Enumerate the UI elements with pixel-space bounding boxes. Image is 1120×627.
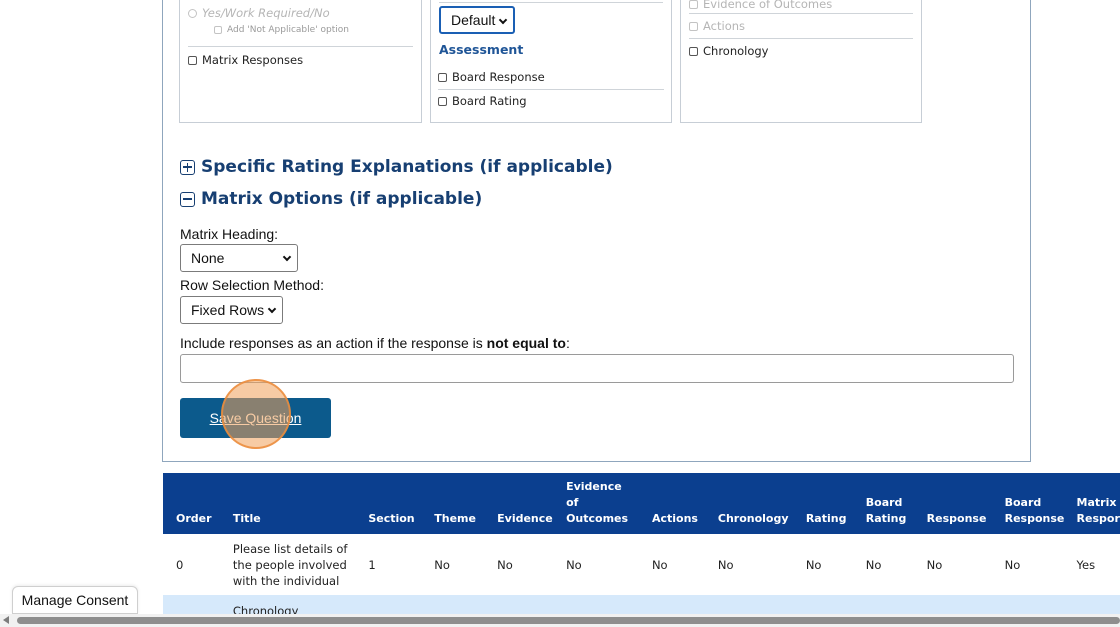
include-responses-input[interactable] — [180, 354, 1014, 383]
radio-icon[interactable] — [188, 8, 197, 18]
matrix-heading-select-value: None — [191, 250, 225, 266]
column-header-theme[interactable]: Theme — [421, 473, 485, 534]
rating-type-select-value: Default — [451, 12, 496, 28]
row-selection-method-label: Row Selection Method: — [180, 277, 324, 293]
evidence-of-outcomes-label: Evidence of Outcomes — [703, 0, 833, 11]
options-column-2: Default — [430, 0, 672, 123]
horizontal-scrollbar[interactable] — [0, 614, 1120, 627]
options-column-1: Yes/Work Required/No Add 'Not Applicable… — [179, 0, 422, 123]
column-header-order[interactable]: Order — [163, 473, 220, 534]
cell-theme: No — [434, 557, 450, 572]
cell-chronology: No — [717, 557, 734, 572]
include-responses-label: Include responses as an action if the re… — [180, 335, 570, 351]
specific-rating-explanations-toggle[interactable]: Specific Rating Explanations (if applica… — [180, 157, 613, 177]
column-header-board-response[interactable]: Board Response — [991, 473, 1070, 534]
cell-evidence: No — [497, 557, 513, 572]
specific-rating-explanations-title: Specific Rating Explanations (if applica… — [201, 157, 613, 177]
column-header-rating[interactable]: Rating — [792, 473, 853, 534]
matrix-options-title: Matrix Options (if applicable) — [201, 189, 483, 209]
save-question-button[interactable]: Save Question — [180, 398, 331, 438]
column-header-board-rating[interactable]: Board Rating — [852, 473, 914, 534]
cell-evidence-of-outcomes: No — [566, 557, 582, 572]
question-form-panel: Yes/Work Required/No Add 'Not Applicable… — [162, 0, 1031, 462]
column-header-evidence-of-outcomes[interactable]: Evidence of Outcomes — [558, 473, 639, 534]
matrix-heading-label: Matrix Heading: — [180, 226, 279, 242]
chevron-down-icon — [267, 304, 277, 314]
rating-type-select[interactable]: Default — [439, 6, 515, 34]
not-applicable-checkbox[interactable] — [214, 26, 222, 34]
scroll-left-arrow-icon[interactable] — [3, 616, 9, 624]
evidence-of-outcomes-checkbox[interactable] — [689, 0, 698, 9]
assessment-heading: Assessment — [439, 42, 524, 57]
row-selection-method-select-value: Fixed Rows — [191, 302, 265, 318]
column-header-evidence[interactable]: Evidence — [484, 473, 559, 534]
table-header-row: Order Title Section Theme Evidence Evide… — [163, 473, 1120, 534]
cell-rating: No — [805, 557, 822, 572]
cell-section: 1 — [368, 557, 376, 572]
chevron-down-icon — [282, 252, 292, 262]
chevron-down-icon — [498, 15, 508, 25]
chronology-option[interactable]: Chronology — [689, 44, 913, 58]
matrix-responses-checkbox[interactable] — [188, 55, 197, 65]
actions-checkbox[interactable] — [689, 21, 698, 31]
actions-option[interactable]: Actions — [689, 19, 913, 33]
evidence-of-outcomes-option[interactable]: Evidence of Outcomes — [689, 0, 913, 11]
column-header-matrix-responses[interactable]: Matrix Respor — [1069, 473, 1120, 534]
options-column-3: Evidence of Outcomes Actions Chronology — [680, 0, 922, 123]
column-header-title[interactable]: Title — [219, 473, 356, 534]
divider — [439, 2, 663, 3]
column-header-response[interactable]: Response — [913, 473, 992, 534]
scrollbar-thumb[interactable] — [17, 617, 1120, 624]
manage-consent-button[interactable]: Manage Consent — [12, 586, 138, 614]
cell-actions: No — [651, 557, 668, 572]
cell-board-rating: No — [865, 557, 882, 572]
not-applicable-option-row[interactable]: Add 'Not Applicable' option — [214, 25, 413, 35]
cell-matrix-responses: Yes — [1076, 557, 1096, 572]
matrix-options-toggle[interactable]: Matrix Options (if applicable) — [180, 189, 482, 209]
yes-work-required-no-label: Yes/Work Required/No — [202, 6, 330, 20]
row-selection-method-select[interactable]: Fixed Rows — [180, 296, 283, 324]
chronology-checkbox[interactable] — [689, 46, 698, 56]
cell-response: No — [926, 557, 943, 572]
column-header-actions[interactable]: Actions — [638, 473, 705, 534]
matrix-responses-option[interactable]: Matrix Responses — [188, 53, 413, 67]
divider — [689, 38, 913, 39]
chronology-label: Chronology — [703, 44, 769, 58]
cell-board-response: No — [1004, 557, 1021, 572]
actions-label: Actions — [703, 19, 746, 33]
divider — [689, 13, 913, 14]
yes-work-required-no-radio-row[interactable]: Yes/Work Required/No — [188, 6, 413, 20]
collapse-minus-icon — [180, 191, 195, 207]
not-applicable-label: Add 'Not Applicable' option — [227, 25, 349, 35]
questions-table: Order Title Section Theme Evidence Evide… — [163, 473, 1120, 625]
cell-order: 0 — [176, 557, 184, 572]
cell-title: Please list details of the people involve… — [232, 541, 348, 588]
column-header-section[interactable]: Section — [355, 473, 422, 534]
divider — [188, 46, 413, 47]
expand-plus-icon — [180, 159, 195, 175]
column-header-chronology[interactable]: Chronology — [704, 473, 793, 534]
table-row[interactable]: 0 Please list details of the people invol… — [163, 534, 1120, 595]
matrix-responses-label: Matrix Responses — [202, 53, 304, 67]
matrix-heading-select[interactable]: None — [180, 244, 298, 272]
